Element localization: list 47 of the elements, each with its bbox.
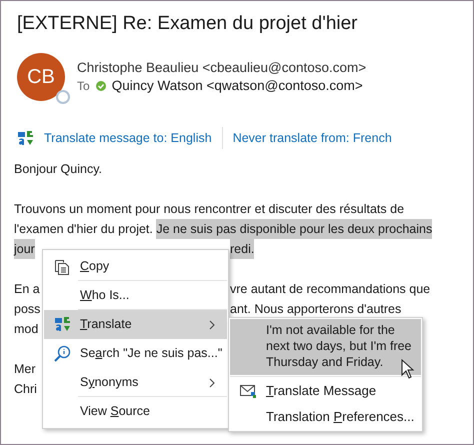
menu-item[interactable]: View Source xyxy=(44,397,227,426)
body-text: En a xyxy=(14,281,40,298)
menu-item[interactable]: Translate Message xyxy=(230,378,421,404)
menu-item-label: View Source xyxy=(80,404,150,418)
menu-item[interactable]: Translate xyxy=(44,310,227,339)
body-text: jour xyxy=(14,239,35,259)
translate-link[interactable]: Translate message to: English xyxy=(44,128,212,148)
menu-item-label: Translate Message xyxy=(266,382,376,400)
translate-link[interactable]: Never translate from: French xyxy=(232,128,392,148)
body-text: mod xyxy=(14,321,38,338)
recipient-name: Quincy Watson <qwatson@contoso.com> xyxy=(112,77,363,95)
body-text: Trouvons un moment pour nous rencontrer et discuter des résultats de xyxy=(14,201,404,218)
chevron-right-icon xyxy=(209,320,215,330)
available-status-icon xyxy=(96,81,106,91)
body-text: poss xyxy=(14,301,40,318)
body-text: ant. Nous apporterons d'autres xyxy=(230,301,402,318)
to-label: To xyxy=(77,78,90,95)
search-icon xyxy=(53,344,71,362)
body-text: Chri xyxy=(14,381,37,398)
body-text: Je ne suis pas disponible pour les deux prochains xyxy=(156,219,432,239)
menu-item-label: Translate xyxy=(80,317,132,332)
translated-text: I'm not available for the next two days, but I'm free Thursday and Friday. xyxy=(266,322,413,370)
translate-icon xyxy=(17,130,34,146)
chevron-right-icon xyxy=(209,378,215,388)
mail-icon xyxy=(239,383,257,399)
sender-name: Christophe Beaulieu <cbeaulieu@contoso.com> xyxy=(77,59,366,77)
presence-status-icon xyxy=(56,90,70,104)
menu-item[interactable]: Search "Je ne suis pas..." xyxy=(44,339,227,368)
menu-item[interactable]: Who Is... xyxy=(44,281,227,310)
menu-item[interactable]: Translation Preferences... xyxy=(230,404,421,430)
body-text: vre autant de recommandations que xyxy=(230,281,430,298)
copy-icon xyxy=(54,258,70,274)
translation-preview[interactable]: I'm not available for the next two days, but I'm free Thursday and Friday. xyxy=(230,319,421,375)
email-subject: [EXTERNE] Re: Examen du projet d'hier xyxy=(17,12,358,36)
menu-item-label: Synonyms xyxy=(80,375,138,390)
menu-item-label: Who Is... xyxy=(80,288,130,302)
body-text: redi. xyxy=(230,239,254,259)
menu-item[interactable]: Synonyms xyxy=(44,368,227,397)
menu-item[interactable]: Copy xyxy=(44,252,227,281)
menu-item-label: Search "Je ne suis pas..." xyxy=(80,346,222,360)
body-text: Mer xyxy=(14,361,36,378)
mouse-cursor-icon xyxy=(401,359,415,379)
translate-icon xyxy=(54,316,70,333)
menu-item-label: Translation Preferences... xyxy=(266,408,414,426)
menu-item-label: Copy xyxy=(80,259,110,274)
body-text: Bonjour Quincy. xyxy=(14,161,102,178)
body-text: l'examen d'hier du projet. xyxy=(14,221,154,238)
